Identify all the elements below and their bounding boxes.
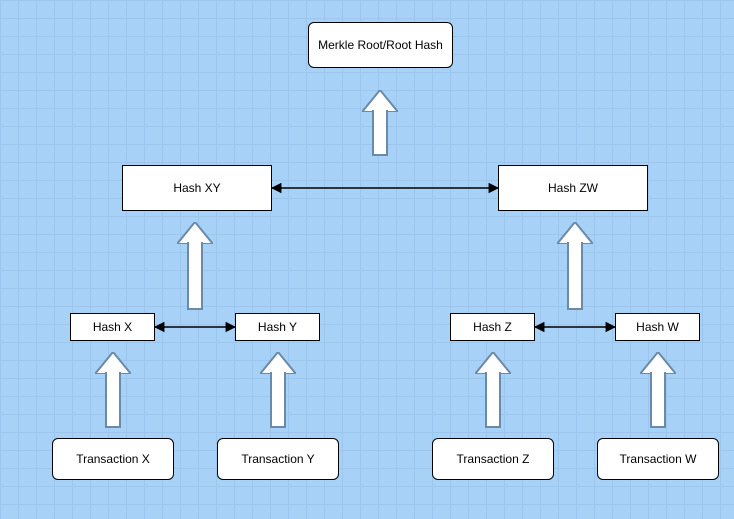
node-hash-x: Hash X [70, 313, 155, 341]
arrow-mid-to-root [362, 90, 398, 156]
node-hash-z: Hash Z [450, 313, 535, 341]
arrow-txz-up [475, 352, 511, 428]
arrow-txx-up [95, 352, 131, 428]
node-tx-x: Transaction X [52, 438, 174, 480]
node-tx-z-label: Transaction Z [457, 452, 530, 467]
node-tx-y: Transaction Y [217, 438, 339, 480]
node-tx-z: Transaction Z [432, 438, 554, 480]
node-hash-z-label: Hash Z [473, 320, 512, 335]
diagram-canvas: Merkle Root/Root Hash Hash XY Hash ZW Ha… [0, 0, 734, 519]
node-tx-x-label: Transaction X [76, 452, 150, 467]
node-hash-w-label: Hash W [636, 320, 679, 335]
node-hash-x-label: Hash X [93, 320, 132, 335]
node-hash-y-label: Hash Y [258, 320, 297, 335]
arrow-zw-up [557, 222, 593, 310]
node-root: Merkle Root/Root Hash [308, 22, 453, 68]
arrow-txw-up [640, 352, 676, 428]
node-root-label: Merkle Root/Root Hash [318, 38, 443, 53]
arrow-txy-up [260, 352, 296, 428]
node-tx-w-label: Transaction W [620, 452, 697, 467]
node-hash-xy: Hash XY [122, 165, 272, 211]
node-hash-w: Hash W [615, 313, 700, 341]
node-hash-zw: Hash ZW [498, 165, 648, 211]
node-hash-xy-label: Hash XY [173, 181, 220, 196]
node-tx-y-label: Transaction Y [241, 452, 314, 467]
node-tx-w: Transaction W [597, 438, 719, 480]
node-hash-y: Hash Y [235, 313, 320, 341]
node-hash-zw-label: Hash ZW [548, 181, 598, 196]
arrow-xy-up [177, 222, 213, 310]
